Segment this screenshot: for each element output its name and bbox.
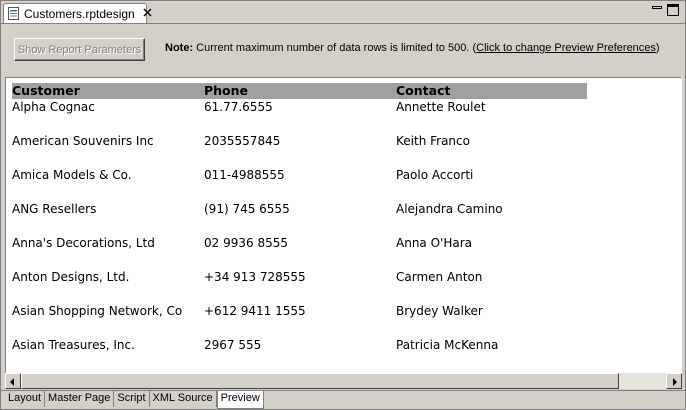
column-header-phone: Phone: [204, 83, 249, 98]
customer-cell: ANG Resellers: [12, 202, 97, 216]
table-row: Alpha Cognac 61.77.6555 Annette Roulet: [12, 99, 587, 133]
row-limit-note: Note: Current maximum number of data row…: [165, 42, 660, 54]
contact-cell: Anna O'Hara: [396, 236, 472, 250]
table-row: ANG Resellers (91) 745 6555 Alejandra Ca…: [12, 201, 587, 235]
note-close-paren: ): [655, 42, 660, 54]
contact-cell: Annette Roulet: [396, 100, 486, 114]
table-row: Asian Shopping Network, Co +612 9411 155…: [12, 303, 587, 337]
column-header-customer: Customer: [12, 83, 80, 98]
contact-cell: Patricia McKenna: [396, 338, 499, 352]
tab-layout[interactable]: Layout: [5, 391, 46, 407]
table-header-row: Customer Phone Contact: [12, 83, 587, 99]
column-header-contact: Contact: [396, 83, 451, 98]
report-preview-pane[interactable]: Customer Phone Contact Alpha Cognac 61.7…: [5, 77, 682, 388]
editor-tab-bar: Customers.rptdesign: [1, 1, 685, 24]
show-report-parameters-button[interactable]: Show Report Parameters: [14, 38, 145, 61]
phone-cell: (91) 745 6555: [204, 202, 290, 216]
tab-script[interactable]: Script: [114, 391, 150, 407]
horizontal-scrollbar[interactable]: [5, 373, 682, 389]
table-row: Anna's Decorations, Ltd 02 9936 8555 Ann…: [12, 235, 587, 269]
phone-cell: 2967 555: [204, 338, 262, 352]
tab-xml-source[interactable]: XML Source: [150, 391, 217, 407]
table-row: Anton Designs, Ltd. +34 913 728555 Carme…: [12, 269, 587, 303]
report-file-icon: [8, 7, 20, 20]
customer-cell: Anton Designs, Ltd.: [12, 270, 130, 284]
window-controls: [651, 4, 679, 16]
preview-toolbar: Show Report Parameters Note: Current max…: [1, 24, 685, 74]
phone-cell: +612 9411 1555: [204, 304, 306, 318]
phone-cell: 02 9936 8555: [204, 236, 288, 250]
editor-window: Customers.rptdesign Show Report Paramete…: [0, 0, 686, 410]
editor-tab-label: Customers.rptdesign: [24, 6, 135, 21]
table-row: Asian Treasures, Inc. 2967 555 Patricia …: [12, 337, 587, 371]
change-preview-preferences-link[interactable]: Click to change Preview Preferences: [476, 42, 656, 54]
contact-cell: Alejandra Camino: [396, 202, 503, 216]
phone-cell: +34 913 728555: [204, 270, 306, 284]
tab-master-page[interactable]: Master Page: [45, 391, 115, 407]
contact-cell: Carmen Anton: [396, 270, 483, 284]
customer-cell: Alpha Cognac: [12, 100, 95, 114]
phone-cell: 011-4988555: [204, 168, 285, 182]
editor-tab-customers[interactable]: Customers.rptdesign: [3, 3, 152, 23]
scrollbar-thumb[interactable]: [21, 373, 619, 389]
scroll-right-arrow-icon[interactable]: [666, 373, 682, 389]
customer-report-table: Customer Phone Contact Alpha Cognac 61.7…: [12, 83, 587, 371]
tab-preview[interactable]: Preview: [216, 391, 264, 409]
table-row: Amica Models & Co. 011-4988555 Paolo Acc…: [12, 167, 587, 201]
contact-cell: Keith Franco: [396, 134, 470, 148]
editor-page-tabs: Layout Master Page Script XML Source Pre…: [1, 390, 685, 409]
customer-cell: Asian Shopping Network, Co: [12, 304, 183, 318]
customer-cell: American Souvenirs Inc: [12, 134, 154, 148]
contact-cell: Brydey Walker: [396, 304, 483, 318]
close-icon[interactable]: [143, 8, 152, 20]
table-row: American Souvenirs Inc 2035557845 Keith …: [12, 133, 587, 167]
note-label: Note:: [165, 42, 194, 54]
note-text: Current maximum number of data rows is l…: [196, 42, 477, 54]
phone-cell: 61.77.6555: [204, 100, 273, 114]
minimize-icon[interactable]: [651, 4, 663, 16]
scroll-left-arrow-icon[interactable]: [5, 373, 21, 389]
customer-cell: Anna's Decorations, Ltd: [12, 236, 155, 250]
maximize-icon[interactable]: [667, 4, 679, 16]
phone-cell: 2035557845: [204, 134, 281, 148]
customer-cell: Asian Treasures, Inc.: [12, 338, 135, 352]
customer-cell: Amica Models & Co.: [12, 168, 132, 182]
contact-cell: Paolo Accorti: [396, 168, 474, 182]
